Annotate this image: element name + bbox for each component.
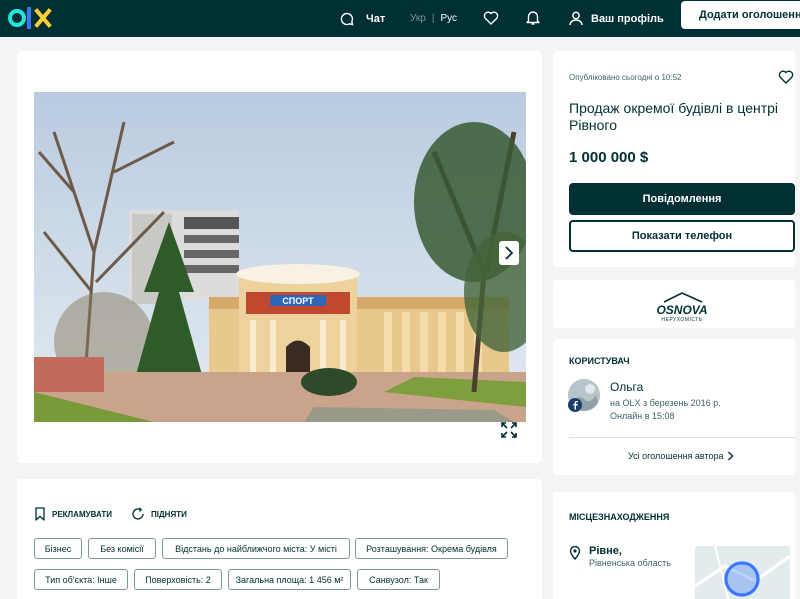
show-phone-button[interactable]: Показати телефон <box>569 220 795 252</box>
raise-action[interactable]: ПІДНЯТИ <box>131 507 187 521</box>
osnova-logo-text: OSNOVA <box>656 303 707 317</box>
building-photo-illustration: СПОРТ <box>34 92 526 422</box>
raise-label: ПІДНЯТИ <box>151 509 187 519</box>
tag-item[interactable]: Загальна площа: 1 456 м² <box>228 569 351 590</box>
location-map[interactable] <box>695 546 790 599</box>
all-author-ads-label: Усі оголошення автора <box>628 451 724 461</box>
user-member-since: на OLX з березень 2016 р. <box>610 398 721 408</box>
notifications-bell-icon[interactable] <box>525 9 541 26</box>
next-photo-button[interactable] <box>499 241 519 265</box>
favorite-heart-icon[interactable] <box>778 69 794 85</box>
olx-logo[interactable] <box>8 4 56 32</box>
tag-item[interactable]: Відстань до найближчого міста: У місті <box>162 538 350 559</box>
language-switcher: Укр | Рус <box>410 0 457 37</box>
lang-separator: | <box>431 13 435 24</box>
favorites-heart-icon[interactable] <box>483 10 499 26</box>
ad-title: Продаж окремої будівлі в центрі Рівного <box>569 100 779 133</box>
user-icon <box>569 11 583 26</box>
lang-ukr[interactable]: Укр <box>410 13 426 24</box>
map-illustration <box>695 546 790 599</box>
user-last-online: Онлайн в 15:08 <box>610 411 675 421</box>
chevron-right-icon <box>505 246 514 260</box>
tag-item[interactable]: Бізнес <box>34 538 82 559</box>
listing-photo[interactable]: СПОРТ <box>34 92 526 422</box>
chevron-right-icon <box>727 451 734 461</box>
published-date: Опубліковано сьогодні о 10:52 <box>569 73 682 82</box>
profile-link[interactable]: Ваш профіль <box>569 0 664 37</box>
top-header: Чат Укр | Рус Ваш профіль Додати оголоше… <box>0 0 800 37</box>
promote-action[interactable]: РЕКЛАМУВАТИ <box>34 507 112 521</box>
tag-item[interactable]: Тип об'єкта: Інше <box>34 569 128 590</box>
location-section-title: МІСЦЕЗНАХОДЖЕННЯ <box>569 512 670 522</box>
building-sign: СПОРТ <box>282 296 314 306</box>
user-section-title: КОРИСТУВАЧ <box>569 356 630 366</box>
facebook-badge <box>568 398 582 412</box>
facebook-icon <box>573 401 578 410</box>
chat-link[interactable]: Чат <box>340 0 385 37</box>
fullscreen-expand-icon[interactable] <box>500 421 518 439</box>
user-card-divider <box>569 437 795 438</box>
tag-item[interactable]: Санвузол: Так <box>357 569 440 590</box>
message-button[interactable]: Повідомлення <box>569 183 795 215</box>
profile-label: Ваш профіль <box>591 12 664 25</box>
location-city: Рівне, <box>589 545 622 557</box>
chat-icon <box>340 12 354 25</box>
promote-label: РЕКЛАМУВАТИ <box>52 509 112 519</box>
add-listing-button[interactable]: Додати оголошення <box>681 1 800 29</box>
user-name: Ольга <box>610 380 644 394</box>
location-pin-icon <box>569 546 581 560</box>
osnova-logo-subtext: НЕРУХОМІСТЬ <box>661 317 702 323</box>
tag-item[interactable]: Поверховість: 2 <box>134 569 222 590</box>
location-region: Рівненська область <box>589 558 671 568</box>
tag-item[interactable]: Без комісії <box>88 538 156 559</box>
ad-price: 1 000 000 $ <box>569 149 649 166</box>
chat-label: Чат <box>366 12 386 25</box>
bookmark-icon <box>35 507 45 521</box>
lang-rus[interactable]: Рус <box>440 13 457 24</box>
tag-item[interactable]: Розташування: Окрема будівля <box>355 538 508 559</box>
all-author-ads-link[interactable]: Усі оголошення автора <box>628 451 734 461</box>
osnova-agency-logo[interactable]: OSNOVA НЕРУХОМІСТЬ <box>642 290 722 324</box>
refresh-icon <box>132 507 144 520</box>
